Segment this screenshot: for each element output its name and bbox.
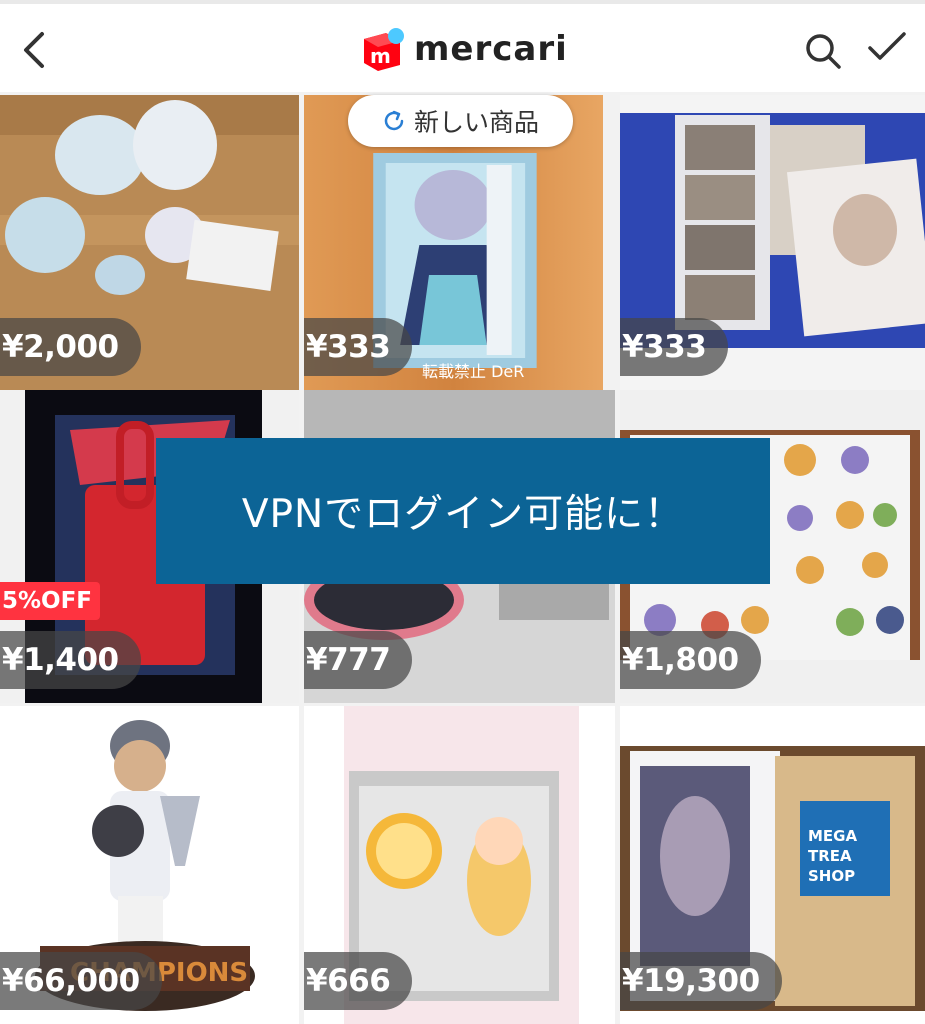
search-button[interactable] <box>802 30 844 72</box>
refresh-icon <box>384 110 404 131</box>
check-button[interactable] <box>864 26 910 68</box>
new-items-label: 新しい商品 <box>413 108 539 137</box>
brand-name: mercari <box>414 29 568 69</box>
vpn-banner-text: VPNでログイン可能に！ <box>241 492 685 537</box>
svg-text:MEGA: MEGA <box>808 827 857 845</box>
price-label: ¥777 <box>306 642 391 678</box>
price-tag: ¥333 <box>304 318 413 376</box>
discount-badge: 5%OFF <box>0 582 101 620</box>
mercari-logo: m mercari <box>360 24 568 74</box>
item-card[interactable]: ¥666 <box>304 706 615 1024</box>
mercari-logo-icon: m <box>360 27 404 71</box>
price-tag: ¥19,300 <box>620 952 782 1010</box>
price-label: ¥333 <box>622 329 707 365</box>
price-tag: ¥66,000 <box>0 952 162 1010</box>
price-tag: ¥333 <box>620 318 729 376</box>
back-button[interactable] <box>14 28 54 72</box>
svg-text:m: m <box>370 44 391 68</box>
item-card[interactable]: MEGA TREA SHOP ¥19,300 <box>620 706 925 1024</box>
item-card[interactable]: CHAMPIONS ¥66,000 <box>0 706 299 1024</box>
price-tag: ¥2,000 <box>0 318 141 376</box>
price-tag: ¥1,400 <box>0 631 141 689</box>
app-header: m mercari <box>0 0 925 92</box>
price-label: ¥66,000 <box>2 963 140 999</box>
vpn-banner: VPNでログイン可能に！ <box>156 438 770 584</box>
svg-text:TREA: TREA <box>808 847 852 865</box>
svg-text:SHOP: SHOP <box>808 867 855 885</box>
price-label: ¥666 <box>306 963 391 999</box>
price-label: ¥19,300 <box>622 963 760 999</box>
price-label: ¥2,000 <box>2 329 119 365</box>
price-label: ¥1,800 <box>622 642 739 678</box>
search-icon <box>806 34 841 69</box>
new-items-button[interactable]: 新しい商品 <box>348 95 573 147</box>
item-watermark: 転載禁止 DeR <box>422 362 525 381</box>
checkmark-icon <box>868 32 906 60</box>
item-card[interactable]: ¥2,000 <box>0 95 299 390</box>
price-tag: ¥777 <box>304 631 413 689</box>
chevron-left-icon <box>24 32 44 68</box>
price-tag: ¥1,800 <box>620 631 761 689</box>
item-card[interactable]: ¥333 <box>620 95 925 390</box>
price-label: ¥333 <box>306 329 391 365</box>
price-tag: ¥666 <box>304 952 413 1010</box>
price-label: ¥1,400 <box>2 642 119 678</box>
